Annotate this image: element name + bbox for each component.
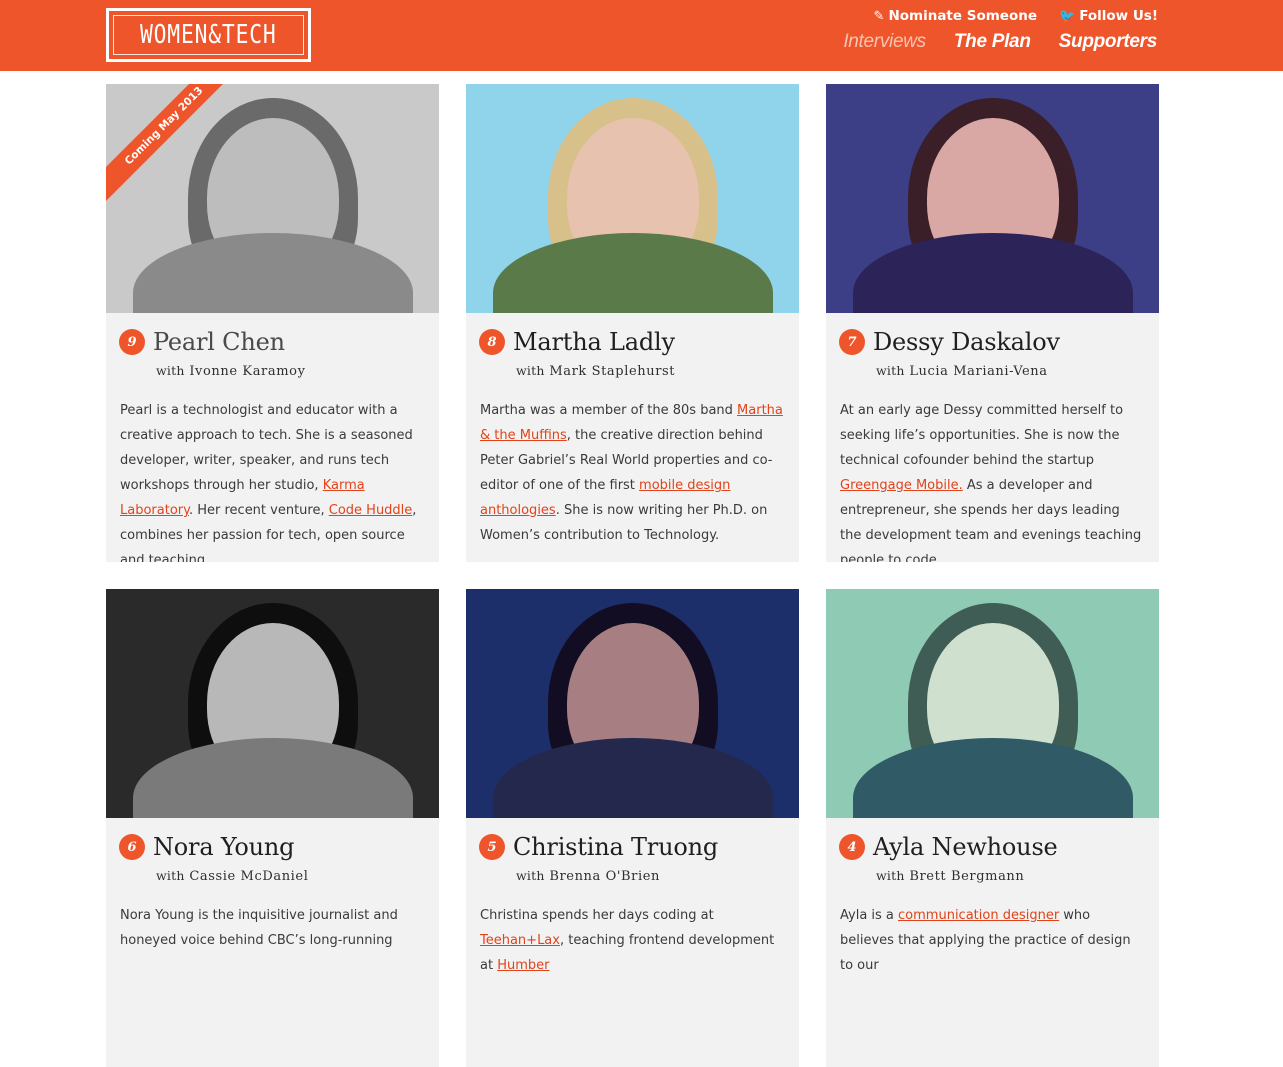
interviewee-name[interactable]: Dessy Daskalov bbox=[873, 328, 1060, 356]
portrait-photo[interactable] bbox=[826, 589, 1159, 818]
interviewer-name: Brett Bergmann bbox=[909, 869, 1025, 884]
interviewer-line: with Brenna O'Brien bbox=[516, 868, 799, 884]
interviewer-name: Ivonne Karamoy bbox=[189, 364, 306, 379]
interviewer-line: with Lucia Mariani-Vena bbox=[876, 363, 1159, 379]
bio-paragraph: At an early age Dessy committed herself … bbox=[840, 398, 1145, 562]
interviewer-line: with Ivonne Karamoy bbox=[156, 363, 439, 379]
portrait-photo[interactable] bbox=[826, 84, 1159, 313]
nav-the-plan[interactable]: The Plan bbox=[954, 31, 1031, 53]
card-title-row: 4 Ayla Newhouse bbox=[839, 832, 1159, 862]
interviewee-name[interactable]: Pearl Chen bbox=[153, 328, 285, 356]
bio-text: Pearl is a technologist and educator wit… bbox=[120, 403, 413, 493]
interview-card: 4 Ayla Newhouse with Brett Bergmann Ayla is… bbox=[826, 589, 1159, 1067]
interviewer-name: Lucia Mariani-Vena bbox=[909, 364, 1048, 379]
interview-card: 5 Christina Truong with Brenna O'Brien Chri… bbox=[466, 589, 799, 1067]
interviewee-name[interactable]: Ayla Newhouse bbox=[873, 833, 1058, 861]
utility-links: ✎ Nominate Someone 🐦 Follow Us! bbox=[874, 8, 1158, 24]
pencil-icon: ✎ bbox=[873, 8, 885, 24]
interviewee-name[interactable]: Nora Young bbox=[153, 833, 295, 861]
bio-text: Christina spends her days coding at bbox=[480, 908, 714, 923]
bio-text: Nora Young is the inquisitive journalist… bbox=[120, 908, 398, 948]
card-title-row: 6 Nora Young bbox=[119, 832, 439, 862]
interview-number-badge: 9 bbox=[119, 329, 145, 355]
bio-link-communication-designer[interactable]: communication designer bbox=[898, 908, 1059, 923]
nav-interviews[interactable]: Interviews bbox=[843, 31, 926, 53]
interview-card: 7 Dessy Daskalov with Lucia Mariani-Vena At… bbox=[826, 84, 1159, 562]
interviewee-name[interactable]: Christina Truong bbox=[513, 833, 718, 861]
nominate-someone-label: Nominate Someone bbox=[888, 8, 1037, 24]
follow-us-label: Follow Us! bbox=[1079, 8, 1158, 24]
interview-card: 6 Nora Young with Cassie McDaniel Nora Youn… bbox=[106, 589, 439, 1067]
card-title-row: 7 Dessy Daskalov bbox=[839, 327, 1159, 357]
interview-card: Coming May 2013 9 Pearl Chen with Ivonne Ka… bbox=[106, 84, 439, 562]
bio-paragraph: Christina spends her days coding at Teeh… bbox=[480, 903, 785, 978]
card-title-row: 8 Martha Ladly bbox=[479, 327, 799, 357]
with-prefix: with bbox=[516, 868, 545, 883]
with-prefix: with bbox=[876, 868, 905, 883]
logo-text: WOMEN&TECH bbox=[140, 20, 277, 50]
interview-number-badge: 6 bbox=[119, 834, 145, 860]
site-logo[interactable]: WOMEN&TECH bbox=[106, 8, 311, 62]
bio-paragraph: Nora Young is the inquisitive journalist… bbox=[120, 903, 425, 953]
bio-link-teehan-lax[interactable]: Teehan+Lax bbox=[480, 933, 560, 948]
interviewer-name: Mark Staplehurst bbox=[549, 364, 676, 379]
interview-card: 8 Martha Ladly with Mark Staplehurst Martha… bbox=[466, 84, 799, 562]
main-nav: Interviews The Plan Supporters bbox=[843, 31, 1157, 53]
interview-number-badge: 7 bbox=[839, 329, 865, 355]
portrait-photo[interactable] bbox=[466, 84, 799, 313]
bio-link-code-huddle[interactable]: Code Huddle bbox=[329, 503, 413, 518]
with-prefix: with bbox=[156, 363, 185, 378]
bio-text: Ayla is a bbox=[840, 908, 899, 923]
nominate-someone-link[interactable]: ✎ Nominate Someone bbox=[874, 8, 1037, 24]
nav-supporters[interactable]: Supporters bbox=[1059, 31, 1158, 53]
with-prefix: with bbox=[876, 363, 905, 378]
with-prefix: with bbox=[156, 868, 185, 883]
portrait-photo[interactable] bbox=[466, 589, 799, 818]
logo-frame: WOMEN&TECH bbox=[113, 15, 304, 55]
interviewee-name[interactable]: Martha Ladly bbox=[513, 328, 675, 356]
bio-text: Martha was a member of the 80s band bbox=[480, 403, 738, 418]
card-title-row: 9 Pearl Chen bbox=[119, 327, 439, 357]
bio-link-greengage-mobile[interactable]: Greengage Mobile. bbox=[840, 478, 963, 493]
interviewer-line: with Mark Staplehurst bbox=[516, 363, 799, 379]
interviewer-name: Cassie McDaniel bbox=[189, 869, 309, 884]
bio-paragraph: Ayla is a communication designer who bel… bbox=[840, 903, 1145, 978]
interviewer-line: with Brett Bergmann bbox=[876, 868, 1159, 884]
card-title-row: 5 Christina Truong bbox=[479, 832, 799, 862]
bio-link-humber[interactable]: Humber bbox=[497, 958, 549, 973]
twitter-icon: 🐦 bbox=[1059, 8, 1076, 24]
portrait-photo[interactable]: Coming May 2013 bbox=[106, 84, 439, 313]
interviewer-line: with Cassie McDaniel bbox=[156, 868, 439, 884]
follow-us-link[interactable]: 🐦 Follow Us! bbox=[1059, 8, 1158, 24]
interviewer-name: Brenna O'Brien bbox=[549, 869, 661, 884]
interview-number-badge: 4 bbox=[839, 834, 865, 860]
interview-number-badge: 8 bbox=[479, 329, 505, 355]
with-prefix: with bbox=[516, 363, 545, 378]
bio-paragraph: Martha was a member of the 80s band Mart… bbox=[480, 398, 785, 548]
bio-paragraph: Pearl is a technologist and educator wit… bbox=[120, 398, 425, 562]
bio-text: . Her recent venture, bbox=[188, 503, 329, 518]
site-header: WOMEN&TECH ✎ Nominate Someone 🐦 Follow U… bbox=[0, 0, 1283, 71]
bio-text: At an early age Dessy committed herself … bbox=[840, 403, 1124, 468]
interview-grid: Coming May 2013 9 Pearl Chen with Ivonne Ka… bbox=[106, 84, 1159, 1067]
portrait-photo[interactable] bbox=[106, 589, 439, 818]
interview-number-badge: 5 bbox=[479, 834, 505, 860]
